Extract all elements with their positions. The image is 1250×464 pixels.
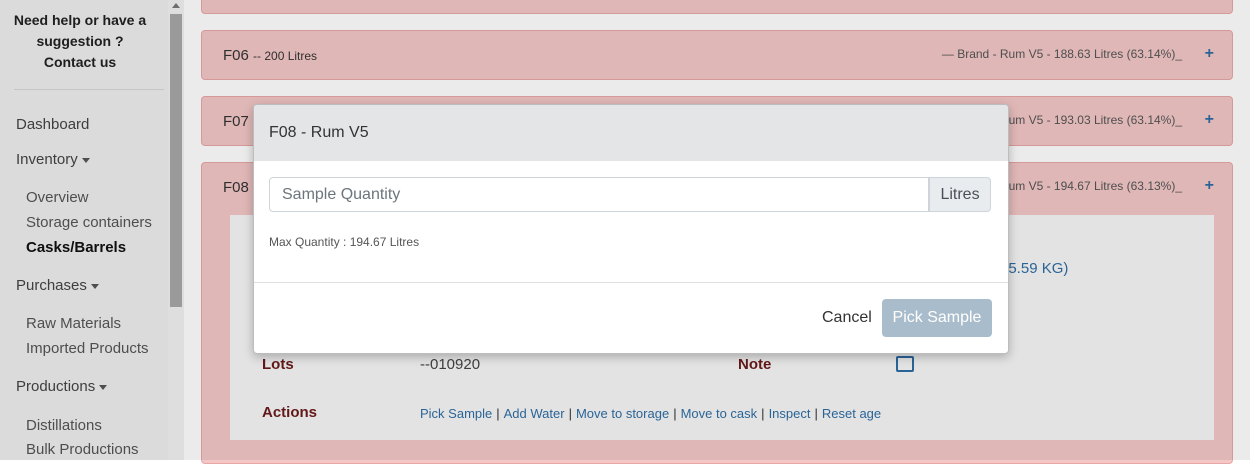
modal-footer-divider — [254, 282, 1008, 283]
cancel-button[interactable]: Cancel — [822, 309, 872, 327]
sample-quantity-group: Litres — [269, 177, 991, 214]
modal-header: F08 - Rum V5 — [254, 105, 1008, 161]
sample-quantity-input[interactable] — [269, 177, 929, 212]
pick-sample-button[interactable]: Pick Sample — [882, 299, 992, 337]
unit-addon: Litres — [929, 177, 991, 212]
max-quantity-text: Max Quantity : 194.67 Litres — [269, 235, 420, 249]
modal-title: F08 - Rum V5 — [269, 124, 369, 141]
pick-sample-modal: F08 - Rum V5 Litres Max Quantity : 194.6… — [253, 104, 1009, 354]
